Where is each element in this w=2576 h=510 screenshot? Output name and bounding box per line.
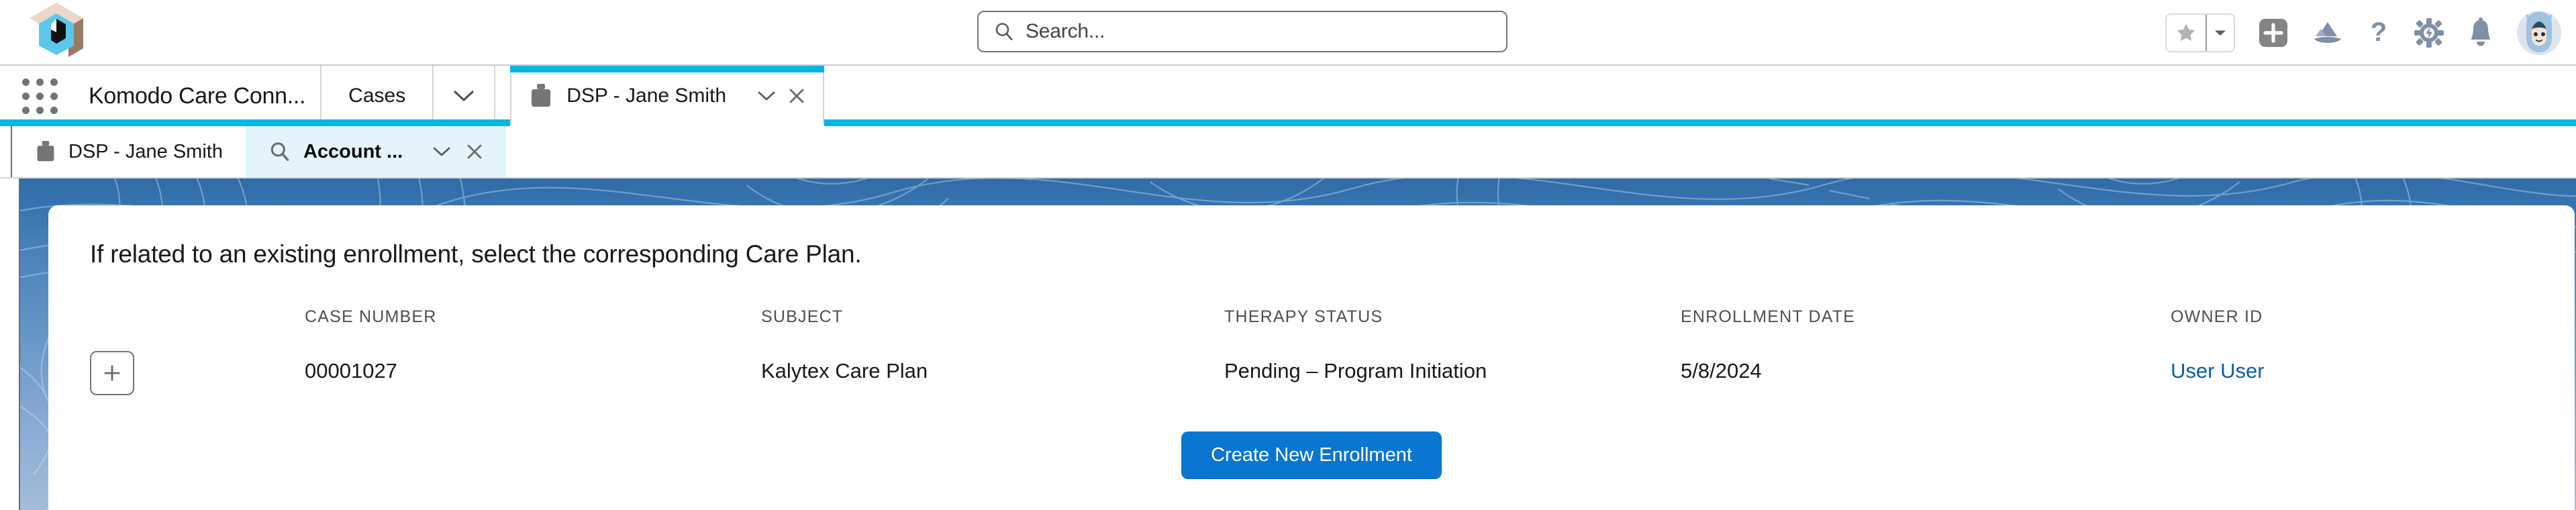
sub-tab-account-search[interactable]: Account ... bbox=[245, 126, 507, 177]
global-header: Search... ? bbox=[0, 0, 2576, 66]
cell-owner-id-link[interactable]: User User bbox=[2171, 359, 2533, 383]
search-input-wrapper[interactable]: Search... bbox=[977, 11, 1507, 52]
help-icon[interactable]: ? bbox=[2367, 17, 2391, 48]
favorites-dropdown-icon[interactable] bbox=[2206, 15, 2234, 51]
cta-row: Create New Enrollment bbox=[90, 431, 2533, 479]
header-icon-cluster: ? bbox=[2165, 0, 2561, 66]
search-placeholder: Search... bbox=[1026, 20, 1105, 42]
trailhead-icon[interactable] bbox=[2312, 18, 2344, 48]
user-avatar[interactable] bbox=[2517, 11, 2561, 55]
table-header-spacer bbox=[90, 307, 305, 340]
sub-tab-chevron-down-icon[interactable] bbox=[432, 146, 451, 158]
setup-gear-icon[interactable] bbox=[2414, 17, 2444, 48]
search-icon bbox=[995, 23, 1013, 40]
stage-left-rail bbox=[0, 178, 20, 510]
sub-tab-left-rail bbox=[0, 126, 12, 177]
column-header-therapy-status: THERAPY STATUS bbox=[1224, 307, 1383, 326]
sub-tab-label: DSP - Jane Smith bbox=[68, 140, 223, 162]
svg-text:?: ? bbox=[2371, 17, 2387, 47]
workspace-tab-chevron-down-icon[interactable] bbox=[757, 90, 776, 102]
notifications-bell-icon[interactable] bbox=[2467, 17, 2494, 48]
favorites-star-icon[interactable] bbox=[2167, 15, 2206, 51]
nav-overflow-chevron-icon[interactable] bbox=[434, 66, 496, 126]
enrollment-selection-card: If related to an existing enrollment, se… bbox=[48, 205, 2575, 510]
favorites-group[interactable] bbox=[2165, 13, 2235, 52]
komodo-health-logo[interactable] bbox=[0, 0, 113, 65]
app-launcher-button[interactable] bbox=[0, 66, 79, 126]
global-search[interactable]: Search... bbox=[977, 11, 1507, 52]
table-row-expand-cell bbox=[90, 351, 305, 395]
app-name-label[interactable]: Komodo Care Conn... bbox=[79, 66, 322, 126]
sub-tab-label: Account ... bbox=[303, 140, 403, 162]
column-header-enrollment-date: ENROLLMENT DATE bbox=[1681, 307, 1856, 326]
app-launcher-waffle-icon bbox=[21, 78, 58, 114]
column-header-subject: SUBJECT bbox=[761, 307, 844, 326]
column-header-case-number: CASE NUMBER bbox=[305, 307, 437, 326]
cell-case-number: 00001027 bbox=[305, 359, 397, 382]
stage-background: If related to an existing enrollment, se… bbox=[20, 178, 2576, 510]
page-instruction-text: If related to an existing enrollment, se… bbox=[90, 240, 862, 268]
enrollment-records-table: CASE NUMBER SUBJECT THERAPY STATUS ENROL… bbox=[90, 307, 2533, 395]
workspace-tab-close-icon[interactable] bbox=[788, 87, 805, 105]
nav-item-cases[interactable]: Cases bbox=[321, 66, 434, 126]
create-new-enrollment-button[interactable]: Create New Enrollment bbox=[1181, 431, 1442, 479]
cell-enrollment-date: 5/8/2024 bbox=[1681, 359, 1762, 382]
sub-tab-close-icon[interactable] bbox=[466, 143, 483, 160]
briefcase-icon bbox=[37, 141, 54, 162]
app-navigation-bar: Komodo Care Conn... Cases DSP - Jane Smi… bbox=[0, 66, 2576, 133]
sub-tab-dsp-jane-smith[interactable]: DSP - Jane Smith bbox=[12, 126, 246, 177]
plus-icon bbox=[104, 365, 120, 381]
briefcase-icon bbox=[532, 84, 551, 107]
workspace-tab-dsp-jane-smith[interactable]: DSP - Jane Smith bbox=[510, 66, 825, 133]
quick-add-icon[interactable] bbox=[2258, 17, 2289, 48]
column-header-owner-id: OWNER ID bbox=[2171, 307, 2263, 326]
cell-therapy-status: Pending – Program Initiation bbox=[1224, 359, 1487, 382]
search-icon bbox=[270, 142, 289, 161]
sub-tab-bar: DSP - Jane Smith Account ... bbox=[0, 126, 2576, 178]
workspace-tab-label: DSP - Jane Smith bbox=[566, 85, 727, 107]
main-stage: If related to an existing enrollment, se… bbox=[0, 178, 2576, 510]
expand-row-button[interactable] bbox=[90, 351, 134, 395]
cell-subject: Kalytex Care Plan bbox=[761, 359, 928, 382]
